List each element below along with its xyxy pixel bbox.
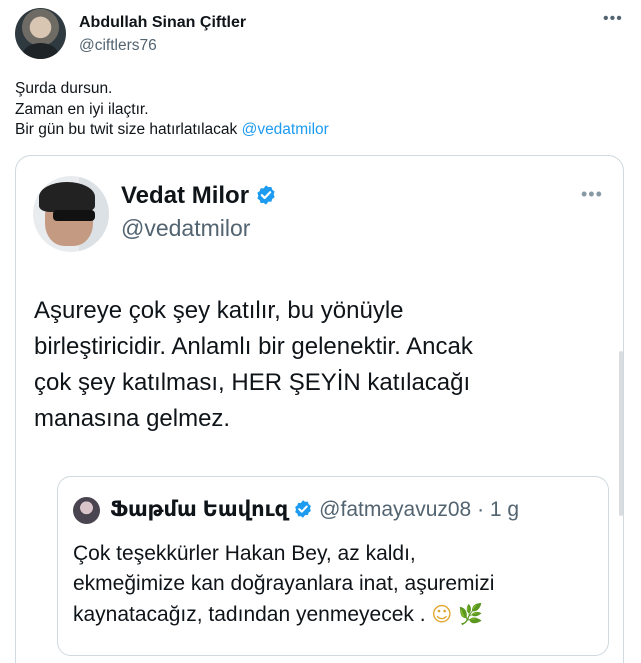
outer-author-handle[interactable]: @ciftlers76 bbox=[79, 37, 157, 55]
outer-tweet-line: Bir gün bu twit size hatırlatılacak @ved… bbox=[15, 120, 329, 141]
nested-quote-text: Çok teşekkürler Hakan Bey, az kaldı, ekm… bbox=[73, 539, 494, 630]
nested-author-avatar[interactable] bbox=[73, 497, 100, 524]
quoted-tweet-text: Aşureye çok şey katılır, bu yönüyle birl… bbox=[34, 293, 604, 437]
avatar-glasses bbox=[53, 210, 95, 221]
nested-quote-line-text: kaynatacağız, tadından yenmeyecek . bbox=[73, 603, 432, 626]
verified-icon bbox=[295, 500, 312, 518]
nested-author-name[interactable]: Ֆաթմա Եավուզ bbox=[110, 498, 288, 521]
quoted-tweet-card[interactable]: Vedat Milor @vedatmilor ••• Aşureye çok … bbox=[15, 155, 624, 663]
mention-link[interactable]: @vedatmilor bbox=[242, 121, 329, 138]
quoted-tweet-line: manasına gelmez. bbox=[34, 405, 231, 432]
outer-tweet-text: Şurda dursun. Zaman en iyi ilaçtır. Bir … bbox=[15, 79, 329, 141]
more-options-icon[interactable]: ••• bbox=[603, 10, 623, 28]
smiling-face-emoji: ☺ bbox=[431, 602, 453, 626]
quoted-author-name-row[interactable]: Vedat Milor bbox=[121, 182, 277, 210]
quoted-tweet-line: birleştiricidir. Anlamlı bir gelenektir.… bbox=[34, 333, 473, 360]
separator-dot: · bbox=[471, 498, 490, 521]
outer-tweet-line: Şurda dursun. bbox=[15, 80, 113, 97]
quoted-author-name[interactable]: Vedat Milor bbox=[121, 182, 249, 209]
scrollbar[interactable] bbox=[619, 351, 623, 516]
outer-tweet-line: Zaman en iyi ilaçtır. bbox=[15, 100, 149, 118]
nested-author-handle[interactable]: @fatmayavuz08 bbox=[319, 498, 471, 521]
nested-quote-header: Ֆաթմա Եավուզ @fatmayavuz08 · 1 g bbox=[110, 497, 519, 522]
quoted-tweet-line: Aşureye çok şey katılır, bu yönüyle bbox=[34, 297, 404, 324]
nested-timestamp[interactable]: 1 g bbox=[490, 498, 519, 521]
quoted-tweet-line: çok şey katılması, HER ŞEYİN katılacağı bbox=[34, 369, 471, 396]
outer-tweet-line-text: Bir gün bu twit size hatırlatılacak bbox=[15, 121, 242, 138]
quoted-author-handle[interactable]: @vedatmilor bbox=[121, 215, 250, 242]
outer-author-name[interactable]: Abdullah Sinan Çiftler bbox=[79, 14, 246, 32]
nested-quote-line: kaynatacağız, tadından yenmeyecek . ☺ 🌿 bbox=[73, 599, 494, 630]
nested-quote-line: ekmeğimize kan doğrayanlara inat, aşurem… bbox=[73, 572, 495, 595]
avatar-hair bbox=[39, 182, 95, 212]
quoted-more-options-icon[interactable]: ••• bbox=[581, 184, 603, 205]
outer-author-avatar[interactable] bbox=[15, 8, 66, 59]
nested-quote-card[interactable]: Ֆաթմա Եավուզ @fatmayavuz08 · 1 g Çok teşe… bbox=[57, 476, 609, 656]
quoted-author-avatar[interactable] bbox=[33, 176, 109, 252]
nested-quote-line: Çok teşekkürler Hakan Bey, az kaldı, bbox=[73, 542, 416, 565]
verified-icon bbox=[257, 185, 275, 205]
herb-emoji: 🌿 bbox=[458, 602, 483, 626]
